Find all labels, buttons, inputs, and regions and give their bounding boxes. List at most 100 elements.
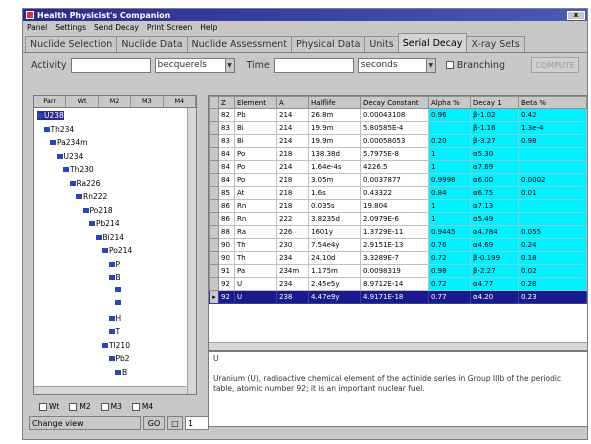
- col-header-alpha[interactable]: Alpha %: [428, 96, 471, 109]
- table-cell[interactable]: 1: [428, 212, 471, 226]
- menu-help[interactable]: Help: [200, 23, 217, 32]
- compute-button[interactable]: COMPUTE: [531, 57, 579, 73]
- table-row[interactable]: 83 Bi 214 19.9m 0.00058053 0.20 β-3.27 0.98: [209, 134, 587, 148]
- table-cell[interactable]: 0.76: [428, 238, 471, 252]
- table-cell[interactable]: Rn: [234, 212, 277, 226]
- row-selector[interactable]: [209, 277, 219, 291]
- decay-data-grid[interactable]: Z Element A Halflife Decay Constant Alph…: [208, 95, 587, 351]
- row-selector[interactable]: [209, 173, 219, 187]
- check-wt[interactable]: Wt: [39, 402, 59, 411]
- menu-print-screen[interactable]: Print Screen: [147, 23, 192, 32]
- table-cell[interactable]: 83: [218, 134, 235, 148]
- tree-node[interactable]: B: [108, 273, 121, 282]
- row-selector[interactable]: [209, 225, 219, 239]
- table-cell[interactable]: α5.49: [470, 212, 519, 226]
- activity-unit-select[interactable]: becquerels ▼: [154, 57, 235, 73]
- tree-node[interactable]: Bi214: [95, 233, 124, 242]
- tree-col-m2[interactable]: M2: [99, 96, 132, 107]
- table-cell[interactable]: [428, 121, 471, 135]
- table-cell[interactable]: 1.3729E-11: [360, 225, 429, 239]
- table-cell[interactable]: β-1.16: [470, 121, 519, 135]
- table-cell[interactable]: Bi: [234, 134, 277, 148]
- table-cell[interactable]: 19.9m: [308, 121, 361, 135]
- table-cell[interactable]: 0.0098319: [360, 264, 429, 278]
- tab-xray-sets[interactable]: X-ray Sets: [466, 36, 525, 52]
- table-cell[interactable]: 1.64e-4s: [308, 160, 361, 174]
- table-row[interactable]: 90 Th 234 24.10d 3.3289E-7 0.72 β-0.199 0.18: [209, 251, 587, 265]
- table-cell[interactable]: 82: [218, 108, 235, 122]
- row-selector[interactable]: [209, 264, 219, 278]
- table-cell[interactable]: α6.00: [470, 173, 519, 187]
- table-cell[interactable]: 0.42: [518, 108, 587, 122]
- table-cell[interactable]: α5.30: [470, 147, 519, 161]
- col-header-a[interactable]: A: [276, 96, 309, 109]
- table-cell[interactable]: 0.72: [428, 251, 471, 265]
- row-selector[interactable]: [209, 147, 219, 161]
- grid-horizontal-scrollbar[interactable]: [209, 342, 587, 350]
- table-cell[interactable]: α4.77: [470, 277, 519, 291]
- table-cell[interactable]: 91: [218, 264, 235, 278]
- table-cell[interactable]: 3.05m: [308, 173, 361, 187]
- tree-node[interactable]: Tl210: [102, 341, 130, 350]
- col-header-z[interactable]: Z: [218, 96, 235, 109]
- tree-node[interactable]: H: [108, 314, 121, 323]
- table-cell[interactable]: Po: [234, 160, 277, 174]
- row-selector[interactable]: [209, 160, 219, 174]
- table-cell[interactable]: Pa: [234, 264, 277, 278]
- table-cell[interactable]: Rn: [234, 199, 277, 213]
- table-cell[interactable]: 218: [276, 186, 309, 200]
- table-cell[interactable]: 0.84: [428, 186, 471, 200]
- chevron-down-icon[interactable]: ▼: [425, 58, 435, 72]
- check-m3[interactable]: M3: [100, 402, 122, 411]
- table-cell[interactable]: α6.75: [470, 186, 519, 200]
- table-cell[interactable]: 0.96: [428, 108, 471, 122]
- table-row[interactable]: 84 Po 218 3.05m 0.0037877 0.9998 α6.00 0.0002: [209, 173, 587, 187]
- tree-col-m3[interactable]: M3: [131, 96, 164, 107]
- row-selector[interactable]: [209, 199, 219, 213]
- table-cell[interactable]: 0.28: [518, 277, 587, 291]
- table-cell[interactable]: 83: [218, 121, 235, 135]
- table-cell[interactable]: 218: [276, 147, 309, 161]
- time-unit-select[interactable]: seconds ▼: [357, 57, 436, 73]
- tree-node[interactable]: Th230: [63, 165, 94, 174]
- table-cell[interactable]: β-0.199: [470, 251, 519, 265]
- row-selector[interactable]: [209, 134, 219, 148]
- table-cell[interactable]: 0.0037877: [360, 173, 429, 187]
- table-cell[interactable]: 1: [428, 160, 471, 174]
- table-cell[interactable]: 222: [276, 212, 309, 226]
- table-cell[interactable]: U: [234, 290, 277, 304]
- table-cell[interactable]: 1601y: [308, 225, 361, 239]
- table-cell[interactable]: 0.43322: [360, 186, 429, 200]
- table-cell[interactable]: 5.80585E-4: [360, 121, 429, 135]
- checkbox-icon[interactable]: [100, 402, 109, 411]
- table-cell[interactable]: 0.98: [428, 264, 471, 278]
- tree-node[interactable]: Po218: [82, 206, 113, 215]
- table-cell[interactable]: 238: [276, 290, 309, 304]
- table-cell[interactable]: 234: [276, 251, 309, 265]
- branching-checkbox[interactable]: Branching: [445, 60, 505, 71]
- table-cell[interactable]: 234: [276, 277, 309, 291]
- tab-physical-data[interactable]: Physical Data: [291, 36, 366, 52]
- decay-tree[interactable]: Parr Wt M2 M3 M4 U238 Th234 Pa234m U234 Th23…: [33, 95, 197, 395]
- table-row[interactable]: ▸ 92 U 238 4.47e9y 4.9171E-18 0.77 α4.20 0.23: [209, 290, 587, 304]
- table-cell[interactable]: Pb: [234, 108, 277, 122]
- tab-nuclide-data[interactable]: Nuclide Data: [116, 36, 188, 52]
- table-cell[interactable]: 2.0979E-6: [360, 212, 429, 226]
- row-selector[interactable]: [209, 121, 219, 135]
- table-cell[interactable]: 1: [428, 147, 471, 161]
- go-button[interactable]: GO: [143, 416, 165, 430]
- table-cell[interactable]: 4.9171E-18: [360, 290, 429, 304]
- time-input[interactable]: [273, 57, 354, 73]
- table-cell[interactable]: 86: [218, 212, 235, 226]
- table-cell[interactable]: Po: [234, 147, 277, 161]
- table-cell[interactable]: 88: [218, 225, 235, 239]
- tree-col-parr[interactable]: Parr: [34, 96, 67, 107]
- tree-node[interactable]: P: [108, 260, 120, 269]
- checkbox-icon[interactable]: [69, 402, 78, 411]
- table-cell[interactable]: 92: [218, 277, 235, 291]
- table-cell[interactable]: 0.18: [518, 251, 587, 265]
- table-cell[interactable]: β-3.27: [470, 134, 519, 148]
- chevron-down-icon[interactable]: ▼: [224, 58, 234, 72]
- table-cell[interactable]: [518, 199, 587, 213]
- table-cell[interactable]: 0.72: [428, 277, 471, 291]
